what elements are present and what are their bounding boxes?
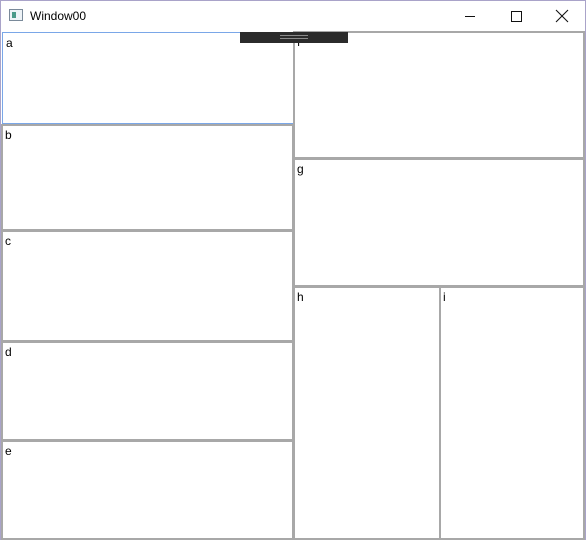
window-title: Window00 (30, 9, 87, 23)
pane-g[interactable]: g (293, 158, 585, 287)
maximize-button[interactable] (493, 1, 539, 31)
pane-h-label: h (297, 290, 304, 304)
pane-c-label: c (5, 234, 11, 248)
pane-a[interactable]: a (2, 32, 294, 124)
pane-b[interactable]: b (1, 124, 294, 231)
pane-e-label: e (5, 444, 12, 458)
dock-drag-handle[interactable] (240, 32, 348, 43)
app-window: Window00 a b c d e f g h (0, 0, 586, 540)
close-icon (555, 9, 569, 23)
pane-i[interactable]: i (439, 286, 585, 540)
pane-f[interactable]: f (293, 31, 585, 159)
pane-h[interactable]: h (293, 286, 441, 540)
close-button[interactable] (539, 1, 585, 31)
pane-c[interactable]: c (1, 230, 294, 342)
grip-line-icon (280, 35, 308, 36)
maximize-icon (510, 10, 522, 22)
pane-e[interactable]: e (1, 440, 294, 540)
pane-d[interactable]: d (1, 341, 294, 441)
pane-b-label: b (5, 128, 12, 142)
pane-i-label: i (443, 290, 446, 304)
pane-g-label: g (297, 162, 304, 176)
minimize-button[interactable] (447, 1, 493, 31)
pane-a-label: a (6, 36, 13, 50)
minimize-icon (465, 15, 475, 17)
app-icon (9, 9, 23, 21)
title-bar[interactable]: Window00 (1, 1, 585, 31)
grip-line-icon (280, 38, 308, 39)
pane-d-label: d (5, 345, 12, 359)
